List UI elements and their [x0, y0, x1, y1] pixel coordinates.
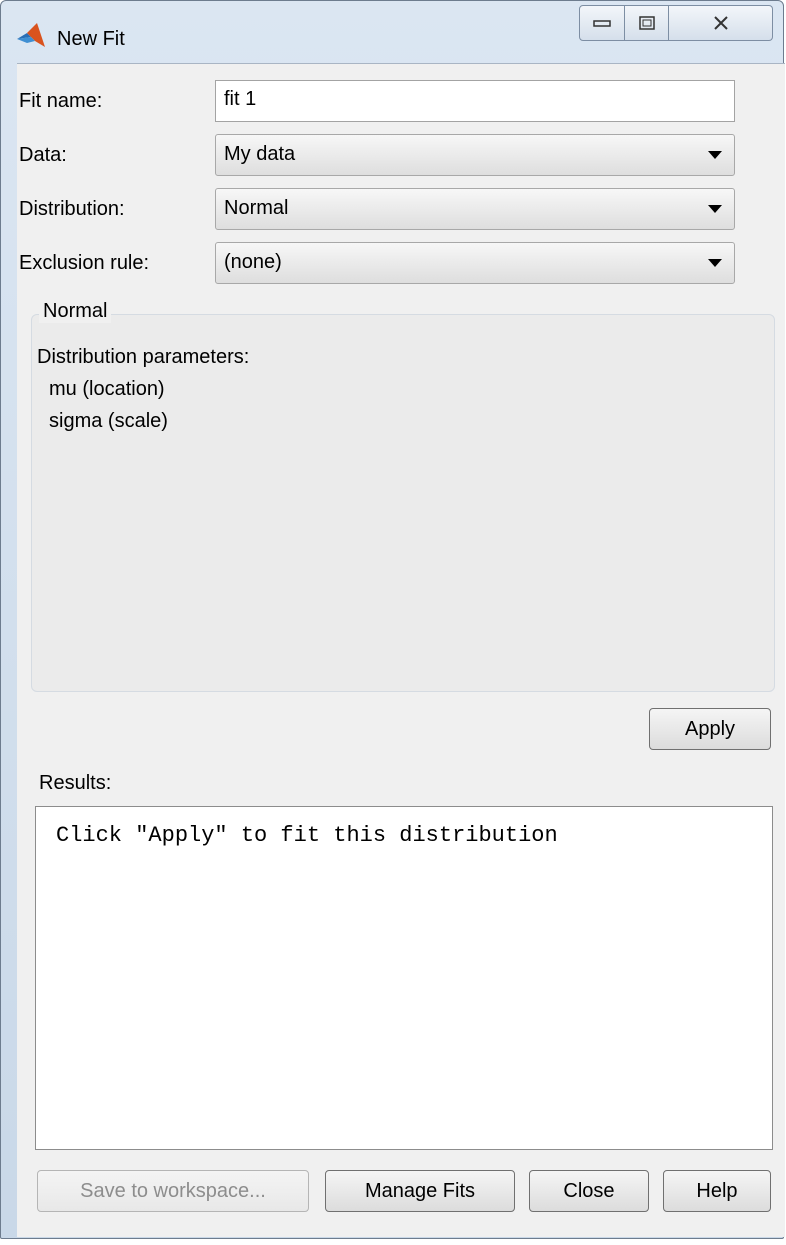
dialog-content: Fit name: fit 1 Data: My data Distributi… — [17, 63, 785, 1237]
parameter-item: sigma (scale) — [49, 410, 168, 432]
maximize-icon — [638, 16, 655, 30]
dropdown-arrow-icon — [708, 259, 722, 267]
panel-title: Normal — [39, 300, 112, 323]
help-button[interactable]: Help — [663, 1170, 771, 1212]
distribution-panel — [31, 314, 775, 692]
fit-name-label: Fit name: — [19, 90, 103, 112]
distribution-select-value: Normal — [224, 197, 289, 219]
title-bar[interactable]: New Fit — [1, 1, 783, 63]
matlab-logo-icon — [17, 23, 45, 47]
save-to-workspace-button[interactable]: Save to workspace... — [37, 1170, 309, 1212]
data-select-value: My data — [224, 143, 296, 165]
exclusion-rule-select-value: (none) — [224, 251, 282, 273]
data-select[interactable]: My data — [215, 134, 735, 176]
manage-fits-button[interactable]: Manage Fits — [325, 1170, 515, 1212]
fit-name-input[interactable]: fit 1 — [215, 80, 735, 122]
results-text: Click "Apply" to fit this distribution — [56, 823, 558, 848]
parameters-heading: Distribution parameters: — [37, 346, 250, 368]
close-window-button[interactable] — [669, 5, 773, 41]
exclusion-rule-label: Exclusion rule: — [19, 252, 150, 274]
results-label: Results: — [39, 772, 112, 794]
new-fit-window: New Fit Fit name: fit 1 Data: My data Di… — [0, 0, 785, 1239]
data-label: Data: — [19, 144, 67, 166]
parameter-item: mu (location) — [49, 378, 165, 400]
apply-button[interactable]: Apply — [649, 708, 771, 750]
dropdown-arrow-icon — [708, 151, 722, 159]
window-controls — [579, 5, 779, 43]
close-icon — [713, 16, 728, 30]
results-area[interactable]: Click "Apply" to fit this distribution — [35, 806, 773, 1150]
minimize-button[interactable] — [579, 5, 625, 41]
distribution-select[interactable]: Normal — [215, 188, 735, 230]
distribution-label: Distribution: — [19, 198, 125, 220]
maximize-button[interactable] — [625, 5, 669, 41]
window-title: New Fit — [57, 28, 125, 50]
minimize-icon — [593, 20, 611, 27]
dropdown-arrow-icon — [708, 205, 722, 213]
close-button[interactable]: Close — [529, 1170, 649, 1212]
exclusion-rule-select[interactable]: (none) — [215, 242, 735, 284]
